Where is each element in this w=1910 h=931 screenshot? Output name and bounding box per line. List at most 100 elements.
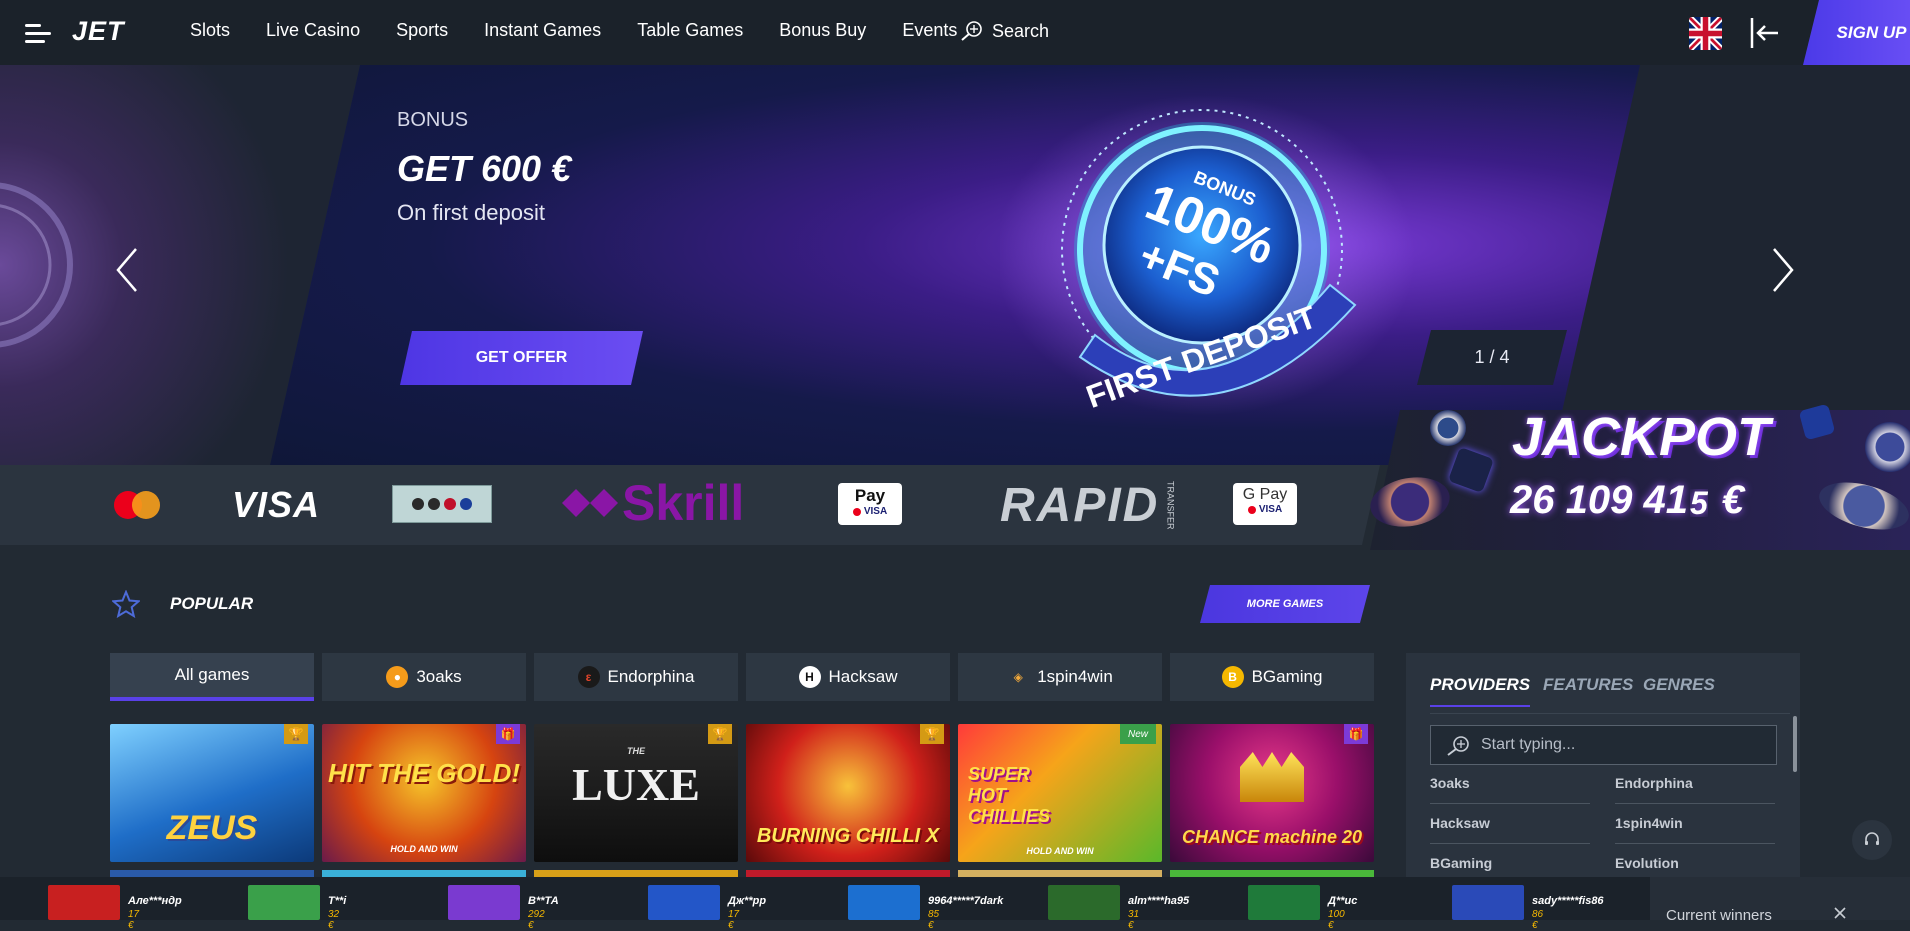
game-thumbnail	[1048, 885, 1120, 920]
game-card[interactable]: 🎁 CHANCE machine 20	[1170, 724, 1374, 862]
login-icon[interactable]	[1748, 16, 1780, 50]
tab-all-games[interactable]: All games	[110, 653, 314, 701]
banner-title: GET 600 €	[397, 148, 572, 189]
google-pay-logo: G Pay VISA	[1233, 483, 1297, 525]
uk-flag-icon[interactable]	[1689, 17, 1722, 50]
game-title: BURNING CHILLI X	[756, 825, 940, 847]
game-card[interactable]: 🎁 HIT THE GOLD! HOLD AND WIN	[322, 724, 526, 862]
winner-amount: 31 €	[1128, 909, 1140, 931]
game-thumbnail	[848, 885, 920, 920]
providers-panel: PROVIDERS FEATURES GENRES Start typing..…	[1406, 653, 1800, 880]
top-bar: JET Slots Live Casino Sports Instant Gam…	[0, 0, 1910, 65]
endorphina-logo-icon: ε	[577, 666, 600, 688]
game-thumbnail	[1452, 885, 1524, 920]
tab-bgaming[interactable]: B BGaming	[1170, 653, 1374, 701]
site-logo[interactable]: JET	[72, 16, 125, 47]
tab-features[interactable]: FEATURES	[1543, 675, 1633, 695]
menu-icon[interactable]	[25, 22, 55, 46]
tab-genres[interactable]: GENRES	[1643, 675, 1715, 695]
banner-prev-arrow-icon[interactable]	[114, 245, 140, 295]
winner-user: Д**ис	[1328, 895, 1358, 907]
winner-amount: 32 €	[328, 909, 340, 931]
visa-logo: VISA	[232, 484, 321, 525]
winner-user: Дж**рр	[728, 895, 767, 907]
support-chat-button[interactable]	[1852, 820, 1892, 860]
current-winners-label: Current winners	[1666, 907, 1772, 924]
rapid-text: RAPID	[1000, 479, 1160, 532]
game-thumbnail	[48, 885, 120, 920]
game-title: CHANCE machine 20	[1181, 827, 1363, 847]
providers-scrollbar[interactable]	[1793, 716, 1797, 772]
winner-amount: 85 €	[928, 909, 940, 931]
provider-item-1spin4win[interactable]: 1spin4win	[1615, 815, 1683, 831]
jackpot-value: 26 109 415 €	[1510, 478, 1744, 523]
game-card[interactable]: New SUPER HOT CHILLIES HOLD AND WIN	[958, 724, 1162, 862]
provider-item-bgaming[interactable]: BGaming	[1430, 855, 1492, 871]
apple-pay-visa: VISA	[863, 506, 888, 517]
tab-label: BGaming	[1251, 667, 1323, 686]
bonus-coin-graphic: BONUS 100% +FS FIRST DEPOSIT	[1000, 95, 1415, 415]
trophy-icon: 🏆	[708, 724, 732, 744]
more-games-button[interactable]: MORE GAMES	[1200, 585, 1370, 623]
nav-bonus-buy[interactable]: Bonus Buy	[779, 20, 866, 41]
nav-sports[interactable]: Sports	[396, 20, 448, 41]
search-placeholder: Start typing...	[1481, 736, 1576, 753]
tab-label: Endorphina	[607, 667, 695, 686]
nav-instant-games[interactable]: Instant Games	[484, 20, 601, 41]
tab-1spin4win[interactable]: ◈ 1spin4win	[958, 653, 1162, 701]
banner-pager: 1 / 4	[1417, 330, 1567, 385]
game-title: SUPER HOT CHILLIES	[968, 764, 1051, 826]
game-card[interactable]: 🏆 BURNING CHILLI X	[746, 724, 950, 862]
bgaming-logo-icon: B	[1221, 666, 1244, 688]
main-nav: Slots Live Casino Sports Instant Games T…	[190, 20, 993, 41]
nav-live-casino[interactable]: Live Casino	[266, 20, 360, 41]
provider-item-3oaks[interactable]: 3oaks	[1430, 775, 1470, 791]
close-icon[interactable]	[1833, 906, 1847, 920]
nav-events[interactable]: Events	[902, 20, 957, 41]
casino-chip-icon	[1865, 422, 1910, 472]
nav-table-games[interactable]: Table Games	[637, 20, 743, 41]
winner-amount: 17 €	[728, 909, 740, 931]
tab-label: 1spin4win	[1037, 667, 1113, 686]
1spin4win-logo-icon: ◈	[1013, 670, 1023, 684]
gift-icon: 🎁	[1344, 724, 1368, 744]
game-card[interactable]: 🏆 THE LUXE	[534, 724, 738, 862]
hacksaw-logo-icon: H	[798, 666, 821, 688]
tab-label: Hacksaw	[828, 667, 898, 686]
game-card[interactable]: 🏆 ZEUS	[110, 724, 314, 862]
star-icon	[112, 590, 140, 618]
gift-icon: 🎁	[496, 724, 520, 744]
search-icon	[961, 21, 982, 41]
winner-amount: 100 €	[1328, 909, 1345, 931]
google-pay-text: G Pay	[1242, 486, 1288, 503]
rapid-transfer-logo: RAPID TRANSFER	[1000, 478, 1175, 533]
game-subtitle: HOLD AND WIN	[1026, 846, 1094, 856]
tab-hacksaw[interactable]: H Hacksaw	[746, 653, 950, 701]
casino-chip-icon	[1430, 410, 1466, 446]
game-title: LUXE	[572, 759, 700, 810]
provider-item-evolution[interactable]: Evolution	[1615, 855, 1679, 871]
provider-item-hacksaw[interactable]: Hacksaw	[1430, 815, 1490, 831]
get-offer-button[interactable]: GET OFFER	[400, 331, 643, 385]
tab-providers[interactable]: PROVIDERS	[1430, 675, 1531, 707]
promo-banner: BONUS GET 600 € On first deposit GET OFF…	[0, 65, 1910, 465]
jackpot-amount: 26 109 41	[1510, 478, 1688, 522]
game-thumbnail	[448, 885, 520, 920]
winner-amount: 17 €	[128, 909, 140, 931]
search-label: Search	[992, 20, 1050, 41]
tab-label: 3oaks	[416, 667, 462, 686]
nav-slots[interactable]: Slots	[190, 20, 230, 41]
tab-3oaks[interactable]: ● 3oaks	[322, 653, 526, 701]
nav-search[interactable]: Search	[960, 20, 1049, 42]
provider-search-input[interactable]: Start typing...	[1430, 725, 1777, 765]
apple-pay-logo: Pay VISA	[838, 483, 902, 525]
banner-main-slide	[270, 65, 1640, 465]
winner-user: 9964*****7dark	[928, 895, 1004, 907]
rapid-transfer-small-text: TRANSFER	[1165, 481, 1176, 530]
banner-next-arrow-icon[interactable]	[1770, 245, 1796, 295]
popular-section-title: POPULAR	[170, 594, 254, 613]
sign-up-button[interactable]: SIGN UP	[1803, 0, 1910, 65]
winner-user: Т**і	[328, 895, 347, 907]
provider-item-endorphina[interactable]: Endorphina	[1615, 775, 1693, 791]
tab-endorphina[interactable]: ε Endorphina	[534, 653, 738, 701]
